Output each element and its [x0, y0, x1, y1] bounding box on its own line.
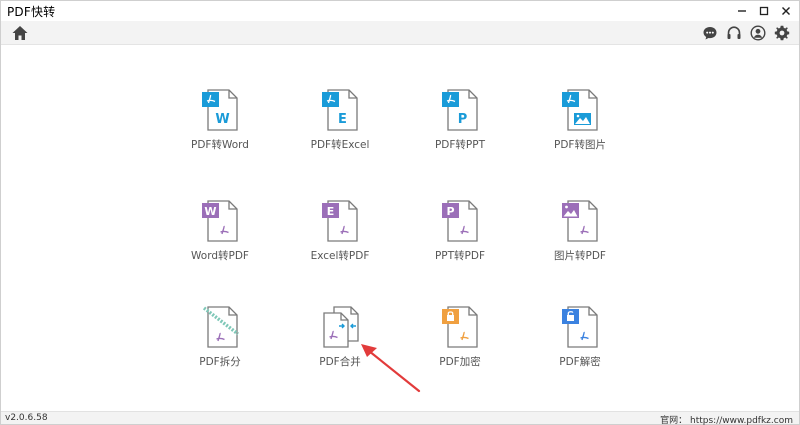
- tile-pdf-to-image[interactable]: PDF转图片: [525, 87, 635, 177]
- word-to-pdf-icon: W: [202, 200, 238, 242]
- user-button[interactable]: [749, 24, 767, 42]
- chat-icon: [703, 27, 717, 40]
- tile-word-to-pdf[interactable]: W Word转PDF: [165, 198, 275, 288]
- maximize-icon: [759, 6, 769, 16]
- tile-label: PDF转Excel: [310, 139, 370, 151]
- svg-text:W: W: [215, 112, 229, 127]
- tile-pdf-to-excel[interactable]: E PDF转Excel: [285, 87, 395, 177]
- website-link[interactable]: 官网： https://www.pdfkz.com: [660, 413, 793, 425]
- svg-text:P: P: [446, 205, 454, 218]
- close-button[interactable]: [777, 2, 795, 20]
- tile-label: 图片转PDF: [554, 250, 606, 262]
- window-controls: [733, 1, 795, 21]
- tile-label: PDF拆分: [199, 356, 241, 368]
- user-icon: [750, 25, 766, 41]
- status-bar: v2.0.6.58 官网： https://www.pdfkz.com: [1, 411, 799, 425]
- home-button[interactable]: [11, 24, 29, 42]
- annotation-arrow: [361, 344, 421, 393]
- toolbar: [1, 21, 799, 45]
- support-button[interactable]: [725, 24, 743, 42]
- image-to-pdf-icon: [562, 200, 598, 242]
- headset-icon: [727, 26, 741, 39]
- home-icon: [12, 26, 28, 40]
- close-icon: [782, 7, 790, 15]
- pdf-to-word-icon: W: [202, 89, 238, 131]
- tile-label: PDF转图片: [554, 139, 606, 151]
- tile-label: PPT转PDF: [434, 250, 486, 262]
- gear-icon: [774, 25, 790, 41]
- pdf-split-icon: [202, 306, 240, 348]
- tile-excel-to-pdf[interactable]: E Excel转PDF: [285, 198, 395, 288]
- minimize-button[interactable]: [733, 2, 751, 20]
- pdf-decrypt-icon: [562, 306, 598, 348]
- ppt-to-pdf-icon: P: [442, 200, 478, 242]
- tile-label: PDF解密: [559, 356, 601, 368]
- svg-text:P: P: [458, 112, 468, 127]
- minimize-icon: [738, 10, 746, 12]
- tile-pdf-decrypt[interactable]: PDF解密: [525, 304, 635, 394]
- excel-to-pdf-icon: E: [322, 200, 358, 242]
- tile-label: Word转PDF: [191, 250, 249, 262]
- tile-pdf-split[interactable]: PDF拆分: [165, 304, 275, 394]
- pdf-to-ppt-icon: P: [442, 89, 478, 131]
- pdf-to-image-icon: [562, 89, 598, 131]
- tile-ppt-to-pdf[interactable]: P PPT转PDF: [405, 198, 515, 288]
- tile-label: Excel转PDF: [310, 250, 370, 262]
- tile-label: PDF转PPT: [434, 139, 486, 151]
- tile-pdf-to-ppt[interactable]: P PDF转PPT: [405, 87, 515, 177]
- app-title: PDF快转: [7, 4, 56, 19]
- tile-pdf-to-word[interactable]: W PDF转Word: [165, 87, 275, 177]
- svg-text:W: W: [204, 205, 216, 218]
- version-label: v2.0.6.58: [5, 413, 48, 423]
- toolbar-right: [701, 24, 791, 42]
- tile-image-to-pdf[interactable]: 图片转PDF: [525, 198, 635, 288]
- svg-text:E: E: [327, 205, 335, 218]
- settings-button[interactable]: [773, 24, 791, 42]
- maximize-button[interactable]: [755, 2, 773, 20]
- pdf-encrypt-icon: [442, 306, 478, 348]
- svg-text:E: E: [338, 112, 347, 127]
- title-bar: PDF快转: [1, 1, 799, 21]
- tile-label: PDF转Word: [191, 139, 249, 151]
- chat-button[interactable]: [701, 24, 719, 42]
- tile-label: PDF加密: [439, 356, 481, 368]
- pdf-to-excel-icon: E: [322, 89, 358, 131]
